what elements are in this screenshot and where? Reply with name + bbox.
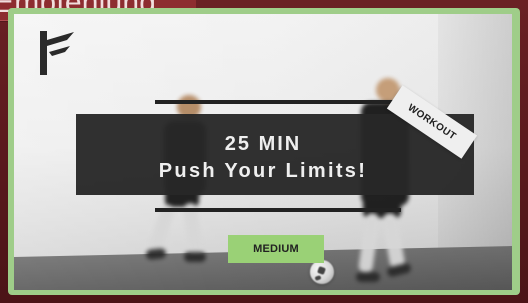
overlay-divider-top	[155, 100, 401, 104]
overlay-divider-bottom	[155, 208, 401, 212]
difficulty-button[interactable]: MEDIUM	[228, 235, 324, 263]
workout-preview-image: 25 MIN Push Your Limits! WORKOUT MEDIUM	[14, 14, 512, 290]
brand-logo-icon	[40, 31, 74, 75]
workout-subtitle: Push Your Limits!	[158, 160, 368, 182]
football-icon	[310, 260, 334, 284]
